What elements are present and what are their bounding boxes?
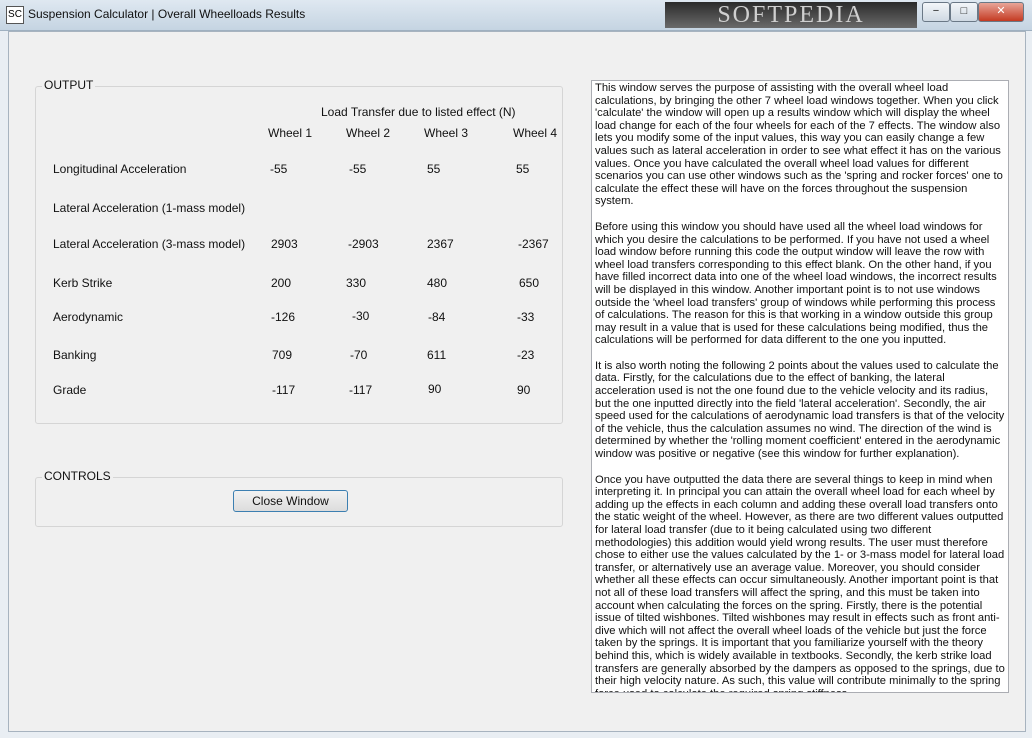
help-paragraph: This window serves the purpose of assist… [595, 82, 1003, 208]
column-header-wheel-2: Wheel 2 [346, 126, 391, 140]
value-aerodynamic-wheel-2: -30 [352, 309, 370, 323]
controls-legend: CONTROLS [42, 469, 113, 483]
help-paragraph: Before using this window you should have… [595, 220, 997, 347]
app-window: SC Suspension Calculator | Overall Wheel… [0, 0, 1032, 738]
column-header-wheel-1: Wheel 1 [268, 126, 313, 140]
value-banking-wheel-1: 709 [272, 348, 293, 362]
column-header-wheel-3: Wheel 3 [424, 126, 469, 140]
text-box-margin [1011, 80, 1023, 693]
value-aerodynamic-wheel-1: -126 [271, 310, 296, 324]
output-legend: OUTPUT [42, 78, 96, 92]
row-label-banking: Banking [53, 348, 97, 362]
value-lateral-3-mass-wheel-2: -2903 [348, 237, 379, 251]
help-paragraph: Once you have outputted the data there a… [595, 473, 1005, 692]
value-grade-wheel-2: -117 [349, 383, 373, 397]
title-bar[interactable]: SC Suspension Calculator | Overall Wheel… [0, 0, 1032, 31]
window-title: Suspension Calculator | Overall Wheelloa… [28, 7, 306, 21]
row-label-aerodynamic: Aerodynamic [53, 310, 124, 324]
row-label-grade: Grade [53, 383, 87, 397]
value-longitudinal-wheel-3: 55 [427, 162, 441, 176]
watermark-logo: SOFTPEDIA [665, 2, 917, 28]
help-text-box[interactable]: This window serves the purpose of assist… [591, 80, 1009, 693]
maximize-button[interactable]: □ [950, 2, 978, 22]
value-grade-wheel-4: 90 [517, 383, 531, 397]
close-window-button[interactable]: Close Window [233, 490, 348, 512]
row-label-longitudinal: Longitudinal Acceleration [53, 162, 187, 176]
value-kerb-strike-wheel-3: 480 [427, 276, 448, 290]
output-heading: Load Transfer due to listed effect (N) [321, 105, 516, 119]
app-icon: SC [6, 6, 24, 24]
client-area: OUTPUT Load Transfer due to listed effec… [8, 31, 1026, 732]
value-kerb-strike-wheel-1: 200 [271, 276, 292, 290]
value-banking-wheel-2: -70 [350, 348, 368, 362]
row-label-lateral-3-mass: Lateral Acceleration (3-mass model) [53, 237, 246, 251]
value-kerb-strike-wheel-4: 650 [519, 276, 540, 290]
value-lateral-3-mass-wheel-4: -2367 [518, 237, 549, 251]
value-lateral-3-mass-wheel-1: 2903 [271, 237, 298, 251]
value-banking-wheel-4: -23 [517, 348, 535, 362]
row-label-kerb-strike: Kerb Strike [53, 276, 113, 290]
value-banking-wheel-3: 611 [427, 348, 447, 362]
value-aerodynamic-wheel-3: -84 [428, 310, 446, 324]
value-kerb-strike-wheel-2: 330 [346, 276, 367, 290]
value-aerodynamic-wheel-4: -33 [517, 310, 535, 324]
value-grade-wheel-1: -117 [272, 383, 296, 397]
value-longitudinal-wheel-4: 55 [516, 162, 530, 176]
value-grade-wheel-3: 90 [428, 382, 442, 396]
column-header-wheel-4: Wheel 4 [513, 126, 558, 140]
help-paragraph: It is also worth noting the following 2 … [595, 359, 1005, 461]
value-longitudinal-wheel-1: -55 [270, 162, 288, 176]
value-lateral-3-mass-wheel-3: 2367 [427, 237, 454, 251]
value-longitudinal-wheel-2: -55 [349, 162, 367, 176]
close-button[interactable]: ✕ [978, 2, 1024, 22]
minimize-button[interactable]: − [922, 2, 950, 22]
row-label-lateral-1-mass: Lateral Acceleration (1-mass model) [53, 201, 246, 215]
